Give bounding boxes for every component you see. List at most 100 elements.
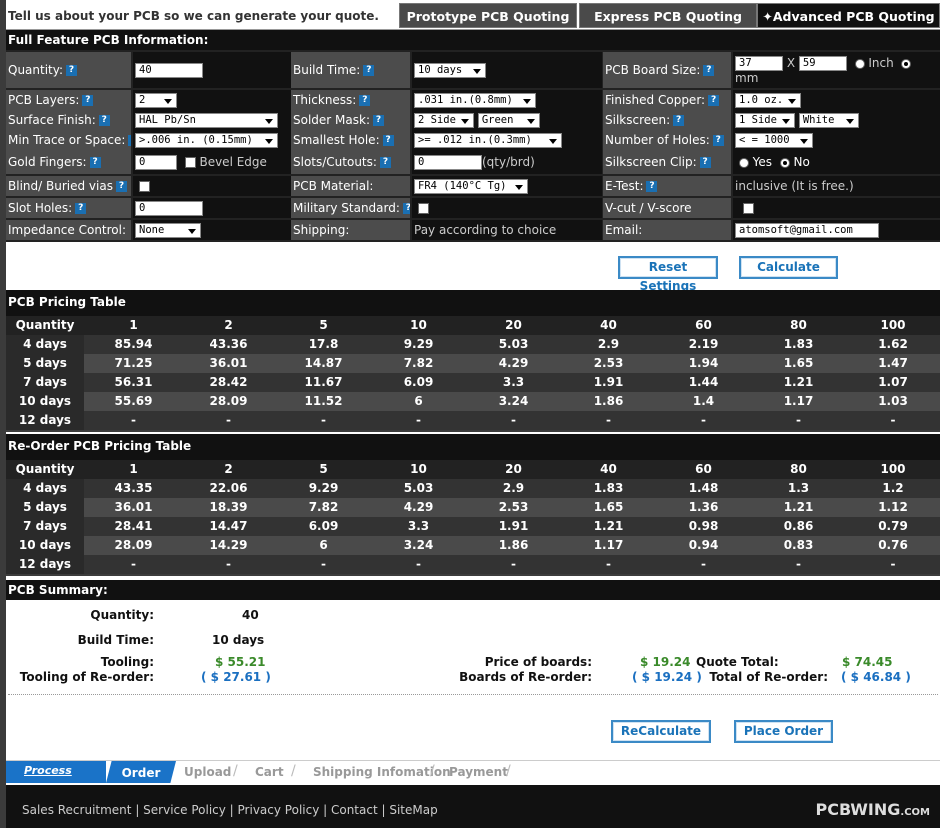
board-width-input[interactable]: 37 (735, 56, 783, 71)
gold-label-cell: Gold Fingers:? (6, 150, 131, 174)
place-order-button[interactable]: Place Order (734, 720, 833, 743)
pricing-cell: 7.82 (403, 356, 434, 370)
step-cart[interactable]: Cart (255, 765, 284, 779)
reorder-cell: 1.17 (593, 538, 624, 552)
tab-prototype[interactable]: Prototype PCB Quoting (399, 3, 577, 28)
help-icon[interactable]: ? (379, 157, 391, 168)
surface-select[interactable]: HAL Pb/Sn (135, 113, 278, 128)
slot-holes-input[interactable]: 0 (135, 201, 203, 216)
help-icon[interactable]: ? (402, 203, 410, 214)
tooling-value: $ 55.21 (215, 655, 266, 669)
board-size-label-cell: PCB Board Size:? (603, 52, 731, 88)
tab-advanced[interactable]: ✦Advanced PCB Quoting (757, 3, 940, 28)
help-icon[interactable]: ? (82, 95, 94, 106)
military-label-cell: Military Standard:? (291, 198, 410, 218)
impedance-label: Impedance Control: (8, 223, 127, 237)
pricing-header-cell: 80 (790, 318, 807, 332)
reorder-header-row: Quantity 1 2 5 10 20 40 60 80 100 (6, 460, 940, 479)
thickness-select[interactable]: .031 in.(0.8mm) (414, 93, 536, 108)
help-icon[interactable]: ? (75, 203, 87, 214)
reorder-cell: 1.21 (593, 519, 624, 533)
form-buttons: Reset Settings Calculate (6, 242, 940, 293)
step-order[interactable]: Order (106, 761, 176, 783)
calculate-button[interactable]: Calculate (739, 256, 838, 279)
slots-input[interactable]: 0 (414, 155, 482, 170)
mask-side-select[interactable]: 2 Side (414, 113, 474, 128)
step-payment[interactable]: Payment (449, 765, 508, 779)
help-icon[interactable]: ? (699, 157, 711, 168)
total-reorder-value: ( $ 46.84 ) (841, 670, 911, 684)
help-icon[interactable]: ? (708, 95, 720, 106)
help-icon[interactable]: ? (646, 181, 658, 192)
board-height-input[interactable]: 59 (798, 56, 847, 71)
form-row-impedance: Impedance Control: None Shipping: Pay ac… (6, 220, 940, 240)
build-time-select[interactable]: 10 days (414, 63, 486, 78)
military-checkbox[interactable] (417, 203, 429, 214)
reorder-header-cell: 40 (600, 462, 617, 476)
num-holes-select[interactable]: < = 1000 (735, 133, 813, 148)
help-icon[interactable]: ? (363, 65, 375, 76)
help-icon[interactable]: ? (359, 95, 371, 106)
unit-mm-radio[interactable] (901, 58, 912, 69)
pricing-row: 10 days 55.69 28.09 11.52 6 3.24 1.86 1.4 1.17 1.… (6, 392, 940, 411)
reorder-row: 5 days 36.01 18.39 7.82 4.29 2.53 1.65 1.36 1.21… (6, 498, 940, 517)
quantity-label-cell: Quantity:? (6, 52, 131, 88)
pricing-cell: 1.21 (783, 375, 814, 389)
quantity-label: Quantity: (8, 63, 64, 77)
material-select[interactable]: FR4 (140°C Tg) (414, 179, 528, 194)
help-icon[interactable]: ? (712, 135, 724, 146)
reorder-cell: 18.39 (209, 500, 248, 514)
recalculate-button[interactable]: ReCalculate (611, 720, 711, 743)
tab-express[interactable]: Express PCB Quoting (579, 3, 757, 28)
help-icon[interactable]: ? (382, 135, 394, 146)
layers-select[interactable]: 2 (135, 93, 177, 108)
help-icon[interactable]: ? (89, 157, 101, 168)
size-separator: X (786, 56, 796, 70)
copper-select[interactable]: 1.0 oz. (735, 93, 801, 108)
email-label-cell: Email: (603, 220, 731, 240)
reorder-cell: 14.47 (209, 519, 248, 533)
email-input[interactable]: atomsoft@gmail.com (735, 223, 879, 238)
brand-suffix: .COM (900, 807, 930, 818)
blind-checkbox[interactable] (138, 181, 150, 192)
pricing-cell: 17.8 (308, 337, 339, 351)
vcut-checkbox[interactable] (742, 203, 754, 214)
help-icon[interactable]: ? (673, 115, 685, 126)
step-upload[interactable]: Upload (184, 765, 231, 779)
quantity-input[interactable]: 40 (135, 63, 203, 78)
footer-link-service[interactable]: Service Policy (143, 803, 226, 817)
gold-input[interactable]: 0 (135, 155, 177, 170)
help-icon[interactable]: ? (373, 115, 384, 126)
silkscreen-side-select[interactable]: 1 Side (735, 113, 795, 128)
help-icon[interactable]: ? (115, 181, 127, 192)
reorder-cell: 22.06 (209, 481, 248, 495)
military-label: Military Standard: (293, 201, 400, 215)
help-icon[interactable]: ? (703, 65, 715, 76)
slots-label-cell: Slots/Cutouts:? (291, 150, 410, 174)
pricing-cell: 6.09 (403, 375, 434, 389)
help-icon[interactable]: ? (98, 115, 110, 126)
footer-link-privacy[interactable]: Privacy Policy (238, 803, 320, 817)
pricing-cell: 11.67 (304, 375, 343, 389)
bevel-checkbox[interactable] (184, 157, 196, 168)
footer-link-sitemap[interactable]: SiteMap (389, 803, 437, 817)
help-icon[interactable]: ? (66, 65, 78, 76)
form-row-surface: Surface Finish:? HAL Pb/Sn Solder Mask:?… (6, 110, 940, 130)
hole-select[interactable]: >= .012 in.(0.3mm) (414, 133, 562, 148)
clip-yes-radio[interactable] (738, 157, 749, 168)
unit-inch-radio[interactable] (854, 58, 865, 69)
footer-link-contact[interactable]: Contact (331, 803, 378, 817)
vcut-label: V-cut / V-score (605, 201, 692, 215)
mask-color-select[interactable]: Green (477, 113, 540, 128)
footer-link-sales[interactable]: Sales Recruitment (22, 803, 132, 817)
trace-select[interactable]: >.006 in. (0.15mm) (135, 133, 278, 148)
impedance-select[interactable]: None (135, 223, 201, 238)
summary-build-label: Build Time: (77, 633, 154, 647)
reset-settings-button[interactable]: Reset Settings (618, 256, 718, 293)
blind-label-cell: Blind/ Buried vias? (6, 176, 131, 196)
pricing-row-label: 10 days (6, 392, 84, 411)
help-icon[interactable]: ? (128, 135, 131, 146)
tooling-reorder-label: Tooling of Re-order: (19, 670, 154, 684)
silkscreen-color-select[interactable]: White (798, 113, 859, 128)
clip-no-radio[interactable] (779, 157, 790, 168)
